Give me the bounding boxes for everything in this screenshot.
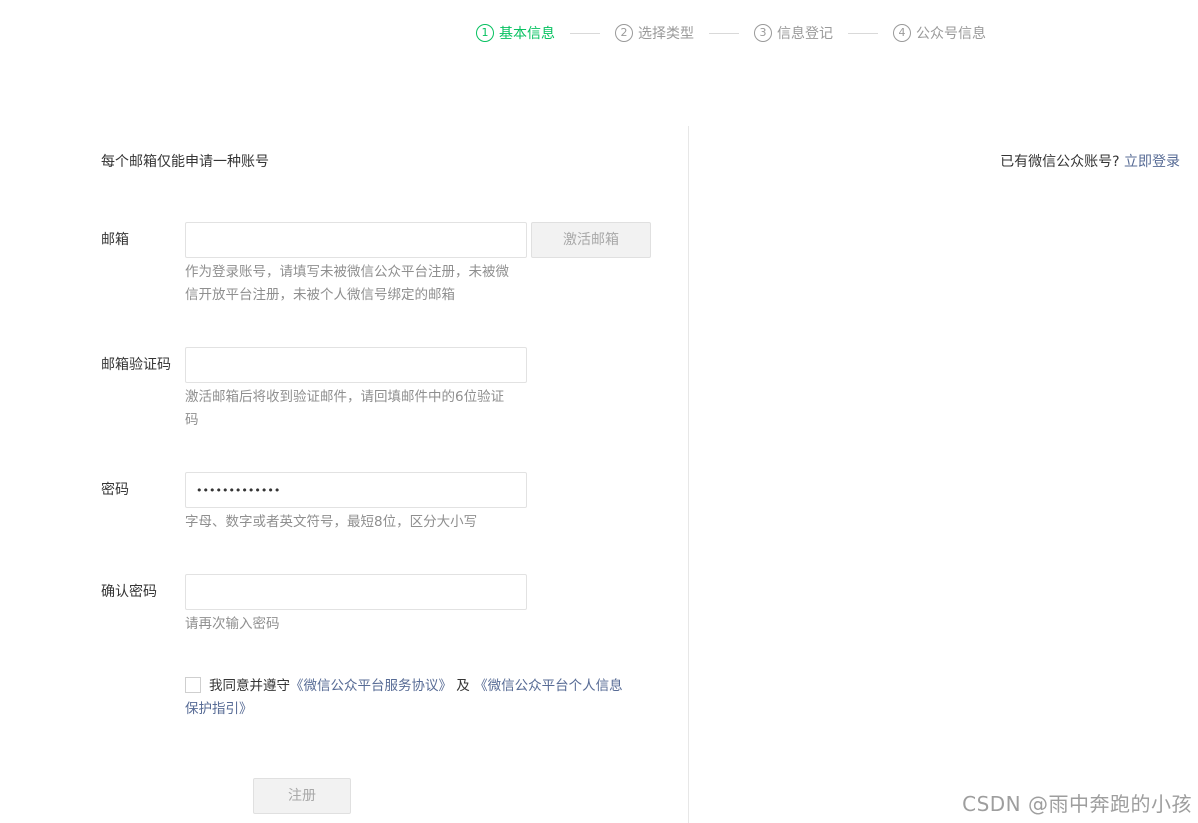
email-hint: 作为登录账号，请填写未被微信公众平台注册，未被微信开放平台注册，未被个人微信号绑…	[185, 264, 509, 303]
verification-code-input[interactable]	[185, 347, 527, 383]
account-notice: 每个邮箱仅能申请一种账号	[101, 154, 269, 170]
step-label: 信息登记	[777, 26, 833, 42]
agreement-row: 我同意并遵守《微信公众平台服务协议》 及 《微信公众平台个人信息保护指引》	[185, 675, 625, 721]
step-basic-info: 1 基本信息	[476, 23, 555, 43]
step-account-info: 4 公众号信息	[893, 23, 986, 43]
login-link[interactable]: 立即登录	[1124, 154, 1180, 170]
step-label: 基本信息	[499, 26, 555, 42]
email-label: 邮箱	[101, 232, 129, 248]
password-label: 密码	[101, 482, 129, 498]
login-prompt: 已有微信公众账号? 立即登录	[1000, 151, 1180, 171]
vertical-divider	[688, 126, 689, 823]
step-number: 1	[476, 24, 494, 42]
password-hint: 字母、数字或者英文符号，最短8位，区分大小写	[185, 514, 478, 530]
agreement-and: 及	[452, 678, 475, 694]
email-input[interactable]	[185, 222, 527, 258]
step-select-type: 2 选择类型	[615, 23, 694, 43]
step-indicator: 1 基本信息 2 选择类型 3 信息登记 4 公众号信息	[476, 22, 986, 44]
confirm-password-input[interactable]	[185, 574, 527, 610]
step-connector	[709, 32, 739, 34]
step-number: 4	[893, 24, 911, 42]
verification-code-hint: 激活邮箱后将收到验证邮件，请回填邮件中的6位验证码	[185, 389, 505, 428]
agreement-prefix: 我同意并遵守	[209, 678, 290, 694]
step-number: 2	[615, 24, 633, 42]
step-label: 选择类型	[638, 26, 694, 42]
password-input[interactable]	[185, 472, 527, 508]
confirm-password-hint: 请再次输入密码	[185, 616, 280, 632]
login-question: 已有微信公众账号?	[1000, 154, 1120, 170]
watermark: CSDN @雨中奔跑的小孩	[962, 792, 1192, 816]
service-agreement-link[interactable]: 《微信公众平台服务协议》	[290, 678, 452, 694]
step-connector	[848, 32, 878, 34]
activate-email-button[interactable]: 激活邮箱	[531, 222, 651, 258]
confirm-password-label: 确认密码	[101, 584, 157, 600]
step-info-registration: 3 信息登记	[754, 23, 833, 43]
verification-code-label: 邮箱验证码	[101, 357, 171, 373]
agreement-checkbox[interactable]	[185, 677, 201, 693]
register-button[interactable]: 注册	[253, 778, 351, 814]
step-label: 公众号信息	[916, 26, 986, 42]
step-connector	[570, 32, 600, 34]
step-number: 3	[754, 24, 772, 42]
